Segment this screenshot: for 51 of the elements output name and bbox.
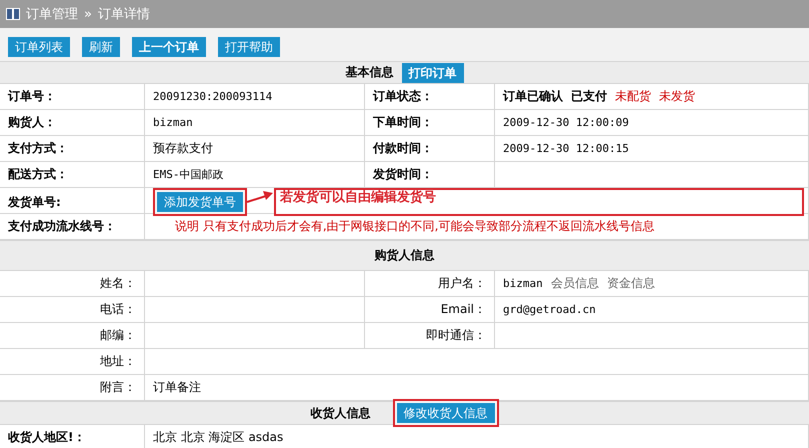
member-link[interactable]: 会员信息 xyxy=(550,275,599,292)
field-label: 发货时间： xyxy=(373,166,433,183)
add-shipping-number-button[interactable]: 添加发货单号 xyxy=(157,192,243,212)
field-label: 即时通信： xyxy=(426,327,486,344)
field-label: 支付方式： xyxy=(8,140,68,157)
field-label: 配送方式： xyxy=(8,166,68,183)
status-label: 订单已确认 xyxy=(503,88,563,105)
section-title: 购货人信息 xyxy=(374,247,434,264)
field-label: 电话： xyxy=(100,301,136,318)
field-label: 用户名： xyxy=(438,275,486,292)
field-value: 订单备注 xyxy=(153,379,201,396)
field-value: 预存款支付 xyxy=(153,140,213,157)
note-text: 说明 只有支付成功后才会有,由于网银接口的不同,可能会导致部分流程不返回流水线号信息 xyxy=(174,218,654,235)
toolbar-button[interactable]: 订单列表 xyxy=(8,36,70,56)
field-label: Email： xyxy=(440,301,486,318)
field-label: 发货单号: xyxy=(8,194,61,210)
field-label: 购货人： xyxy=(8,114,56,131)
field-label: 收货人地区!： xyxy=(8,429,86,446)
member-link[interactable]: 资金信息 xyxy=(606,275,655,292)
status-label: 未发货 xyxy=(659,88,695,105)
field-label: 订单状态： xyxy=(373,88,433,105)
page-title: 订单详情 xyxy=(98,6,150,23)
field-value: bizman xyxy=(153,116,193,129)
print-order-button[interactable]: 打印订单 xyxy=(402,62,464,82)
status-label: 未配货 xyxy=(615,88,651,105)
field-value: 20091230:200093114 xyxy=(153,90,272,103)
field-label: 姓名： xyxy=(100,275,136,292)
breadcrumb-separator: » xyxy=(84,6,92,22)
panel-icon xyxy=(6,8,20,20)
field-value: 北京 北京 海淀区 asdas xyxy=(153,429,284,446)
field-value: 2009-12-30 12:00:09 xyxy=(503,116,629,129)
toolbar-button[interactable]: 打开帮助 xyxy=(218,36,280,56)
field-label: 订单号： xyxy=(8,88,56,105)
toolbar-button[interactable]: 刷新 xyxy=(82,36,120,56)
field-label: 邮编： xyxy=(100,327,136,344)
toolbar-button[interactable]: 上一个订单 xyxy=(132,36,206,56)
field-value: grd@getroad.cn xyxy=(503,303,596,316)
field-label: 地址： xyxy=(100,353,136,370)
field-value: bizman xyxy=(503,277,543,290)
breadcrumb-link[interactable]: 订单管理 xyxy=(26,5,78,23)
field-label: 附言： xyxy=(100,379,136,396)
edit-receiver-button[interactable]: 修改收货人信息 xyxy=(396,403,494,423)
field-label: 支付成功流水线号： xyxy=(8,218,116,235)
status-label: 已支付 xyxy=(571,88,607,105)
field-label: 付款时间： xyxy=(373,140,433,157)
section-title: 收货人信息 xyxy=(310,404,370,422)
field-value: EMS-中国邮政 xyxy=(153,167,224,182)
section-title: 基本信息 xyxy=(346,64,394,81)
callout-box: 若发货可以自由编辑发货号 xyxy=(274,188,804,216)
field-label: 下单时间： xyxy=(373,114,433,131)
field-value: 2009-12-30 12:00:15 xyxy=(503,142,629,155)
